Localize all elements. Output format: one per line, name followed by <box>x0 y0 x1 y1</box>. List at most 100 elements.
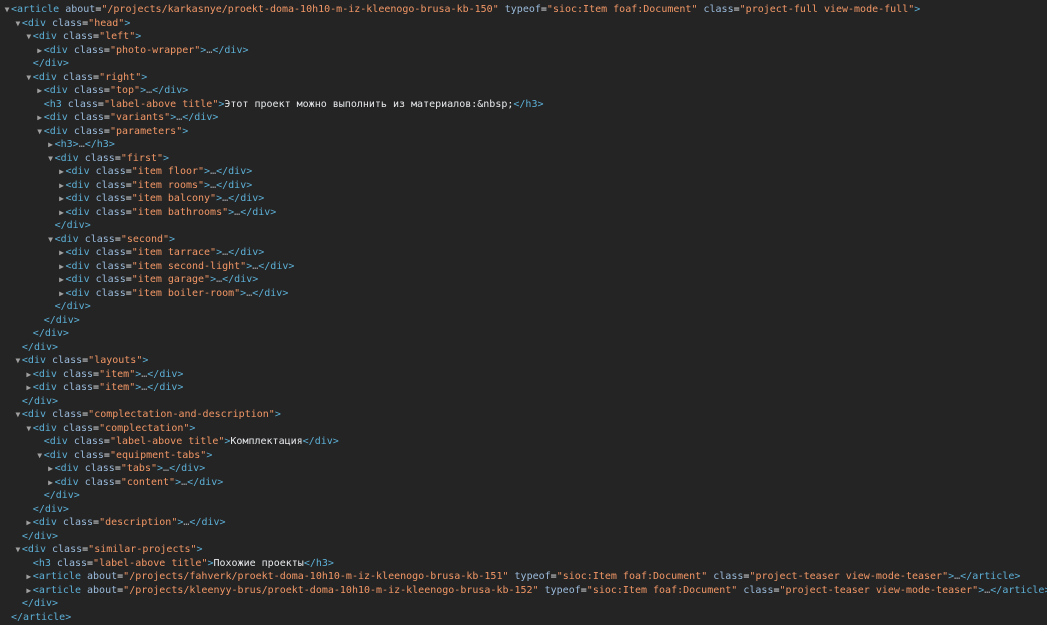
tag-name: div <box>159 368 178 380</box>
node-markup: </div> <box>22 341 58 355</box>
tag-bracket: > <box>73 314 80 326</box>
attr-value: label-above title <box>115 436 219 447</box>
dom-node-row[interactable]: ▼ <div class="right"> <box>0 71 1047 85</box>
tag-name: div <box>27 409 46 420</box>
dom-node-row[interactable]: ▶ <div class="item bathrooms">…</div> <box>0 206 1047 220</box>
attr-value: /projects/kleenyy-brus/proekt-doma-10h10… <box>129 584 533 596</box>
attr-value: item floor <box>137 166 199 177</box>
dom-node-row[interactable]: </div> <box>0 489 1047 503</box>
tag-bracket: </ <box>147 368 160 380</box>
dom-node-row[interactable]: </div> <box>0 57 1047 71</box>
node-markup: <div class="item bathrooms">…</div> <box>66 206 277 220</box>
dom-node-row[interactable]: ▼ <div class="similar-projects"> <box>0 543 1047 557</box>
attr-value: item <box>105 368 130 380</box>
dom-node-row[interactable]: ▶ <div class="tabs">…</div> <box>0 462 1047 476</box>
tag-bracket: > <box>206 449 213 461</box>
dom-node-row[interactable]: ▶ <article about="/projects/kleenyy-brus/… <box>0 584 1047 598</box>
tag-name: div <box>201 517 220 528</box>
dom-node-row[interactable]: ▶ <div class="item tarrace">…</div> <box>0 246 1047 260</box>
dom-node-row[interactable]: ▶ <div class="item garage">…</div> <box>0 273 1047 287</box>
node-markup: <div class="complectation-and-descriptio… <box>22 408 281 422</box>
attr-value: item garage <box>137 274 205 285</box>
attr-name: class <box>52 409 83 420</box>
dom-node-row[interactable]: </article> <box>0 611 1047 625</box>
node-markup: <div class="label-above title">Комплекта… <box>44 435 339 449</box>
tag-name: div <box>33 395 52 407</box>
dom-node-row[interactable]: ▶ <div class="content">…</div> <box>0 476 1047 490</box>
dom-node-row[interactable]: ▶ <article about="/projects/fahverk/proek… <box>0 570 1047 584</box>
dom-node-row[interactable]: <div class="label-above title">Комплекта… <box>0 435 1047 449</box>
node-markup: </div> <box>22 395 58 409</box>
tag-name: div <box>44 328 63 339</box>
attr-name: about <box>87 571 118 582</box>
tag-bracket: > <box>219 517 226 528</box>
tag-name: div <box>44 503 63 515</box>
tag-bracket: > <box>274 409 281 420</box>
attr-value: project-teaser view-mode-teaser <box>755 571 943 582</box>
dom-node-row[interactable]: ▼ <div class="complectation"> <box>0 422 1047 436</box>
node-markup: <div class="tabs">…</div> <box>55 462 206 476</box>
attr-name: class <box>95 166 126 177</box>
node-markup: <div class="photo-wrapper">…</div> <box>44 44 249 58</box>
attr-value: item second-light <box>137 260 241 272</box>
attr-name: class <box>56 557 88 569</box>
dom-node-row[interactable]: </div> <box>0 597 1047 611</box>
dom-node-row[interactable]: ▶ <div class="item boiler-room">…</div> <box>0 287 1047 301</box>
tag-name: div <box>181 463 200 474</box>
dom-node-row[interactable]: </div> <box>0 219 1047 233</box>
node-markup: <div class="head"> <box>22 17 130 31</box>
tag-bracket: > <box>258 193 265 204</box>
dom-node-row[interactable]: ▶ <div class="item">…</div> <box>0 368 1047 382</box>
tag-bracket: </ <box>32 328 45 339</box>
dom-node-row[interactable]: <h3 class="label-above title">Похожие пр… <box>0 557 1047 571</box>
tag-bracket: </ <box>990 584 1003 596</box>
node-markup: </div> <box>33 57 69 71</box>
dom-node-row[interactable]: ▼ <div class="parameters"> <box>0 125 1047 139</box>
tag-bracket: </ <box>187 476 200 488</box>
tag-name: h3 <box>49 98 62 110</box>
dom-node-row[interactable]: ▶ <div class="top">…</div> <box>0 84 1047 98</box>
dom-node-row[interactable]: ▶ <div class="item balcony">…</div> <box>0 192 1047 206</box>
dom-node-row[interactable]: ▶ <div class="item rooms">…</div> <box>0 179 1047 193</box>
dom-node-row[interactable]: </div> <box>0 327 1047 341</box>
dom-node-row[interactable]: </div> <box>0 395 1047 409</box>
dom-node-row[interactable]: ▼ <div class="head"> <box>0 17 1047 31</box>
dom-node-row[interactable]: <h3 class="label-above title">Этот проек… <box>0 98 1047 112</box>
tag-name: div <box>33 341 52 353</box>
dom-node-row[interactable]: ▶ <div class="variants">…</div> <box>0 111 1047 125</box>
dom-node-row[interactable]: ▼ <div class="layouts"> <box>0 354 1047 368</box>
tag-bracket: </ <box>32 503 45 515</box>
tag-bracket: </ <box>152 85 165 96</box>
dom-node-row[interactable]: ▶ <div class="photo-wrapper">…</div> <box>0 44 1047 58</box>
dom-node-row[interactable]: </div> <box>0 314 1047 328</box>
dom-node-row[interactable]: ▼ <div class="complectation-and-descripti… <box>0 408 1047 422</box>
tag-name: h3 <box>525 98 538 110</box>
attr-name: class <box>703 4 734 15</box>
dom-node-row[interactable]: ▼ <article about="/projects/karkasnye/pro… <box>0 3 1047 17</box>
attr-name: typeof <box>544 584 581 596</box>
dom-node-row[interactable]: ▼ <div class="equipment-tabs"> <box>0 449 1047 463</box>
dom-node-row[interactable]: </div> <box>0 530 1047 544</box>
node-markup: <div class="equipment-tabs"> <box>44 449 213 463</box>
dom-node-row[interactable]: </div> <box>0 300 1047 314</box>
dom-node-row[interactable]: ▶ <div class="item second-light">…</div> <box>0 260 1047 274</box>
dom-node-row[interactable]: ▼ <div class="left"> <box>0 30 1047 44</box>
tag-name: article <box>38 584 81 596</box>
dom-node-row[interactable]: ▼ <div class="second"> <box>0 233 1047 247</box>
attr-name: class <box>84 152 115 164</box>
dom-node-row[interactable]: ▶ <div class="item">…</div> <box>0 381 1047 395</box>
node-markup: <div class="top">…</div> <box>44 84 189 98</box>
dom-node-row[interactable]: ▶ <div class="item floor">…</div> <box>0 165 1047 179</box>
attr-value: similar-projects <box>94 544 191 555</box>
node-markup: <div class="layouts"> <box>22 354 149 368</box>
dom-node-row[interactable]: ▶ <h3>…</h3> <box>0 138 1047 152</box>
dom-node-row[interactable]: </div> <box>0 341 1047 355</box>
tag-bracket: > <box>332 436 339 447</box>
dom-node-row[interactable]: </div> <box>0 503 1047 517</box>
tag-name: div <box>71 247 90 258</box>
attr-value: right <box>105 71 136 83</box>
attr-value: complectation-and-description <box>94 409 269 420</box>
dom-node-row[interactable]: ▼ <div class="first"> <box>0 152 1047 166</box>
attr-value: sioc:Item foaf:Document <box>592 584 732 596</box>
dom-node-row[interactable]: ▶ <div class="description">…</div> <box>0 516 1047 530</box>
